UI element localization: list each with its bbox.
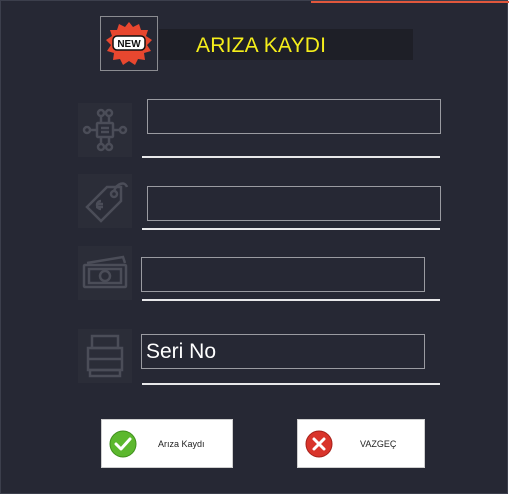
cancel-label: VAZGEÇ bbox=[360, 439, 397, 449]
field-4-underline bbox=[142, 383, 440, 385]
window-accent-line bbox=[311, 1, 509, 3]
banknote-icon bbox=[82, 255, 128, 289]
badge-text: NEW bbox=[117, 39, 141, 50]
field-3-input[interactable] bbox=[141, 257, 425, 292]
check-icon bbox=[109, 430, 137, 458]
device-box-icon bbox=[86, 334, 124, 378]
network-tile bbox=[78, 103, 132, 157]
price-tag-icon bbox=[85, 182, 129, 223]
field-3-underline bbox=[142, 299, 440, 301]
new-badge-icon: NEW bbox=[106, 21, 152, 65]
field-1-underline bbox=[142, 156, 440, 158]
field-2-input[interactable] bbox=[147, 186, 441, 221]
save-fault-label: Arıza Kaydı bbox=[158, 439, 205, 449]
field-1-input[interactable] bbox=[147, 99, 441, 134]
price-tag-tile bbox=[78, 174, 132, 228]
serial-number-input[interactable] bbox=[141, 334, 425, 369]
field-2-underline bbox=[142, 228, 440, 230]
fault-record-window: NEW ARIZA KAYDI Seri No Arıza Kaydı VAZG… bbox=[0, 0, 509, 494]
new-badge: NEW bbox=[100, 16, 158, 71]
cancel-button[interactable]: VAZGEÇ bbox=[297, 419, 425, 468]
page-title: ARIZA KAYDI bbox=[196, 34, 327, 57]
save-fault-button[interactable]: Arıza Kaydı bbox=[101, 419, 233, 468]
banknote-tile bbox=[78, 246, 132, 300]
device-box-tile bbox=[78, 329, 132, 383]
cancel-icon bbox=[305, 430, 333, 458]
network-icon bbox=[82, 108, 128, 152]
